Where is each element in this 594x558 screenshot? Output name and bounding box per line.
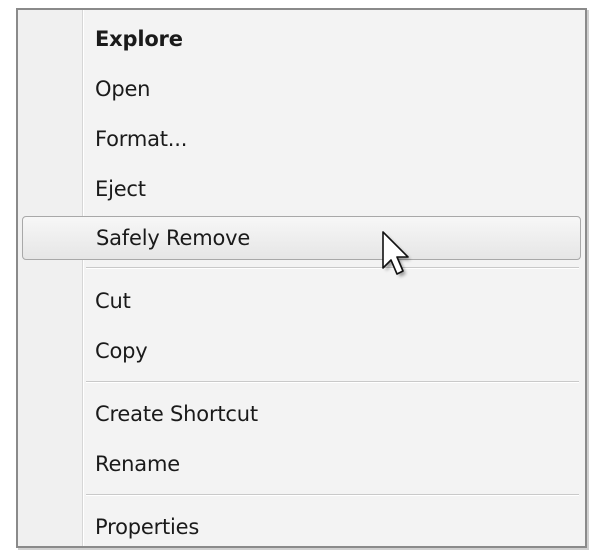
menu-separator (86, 381, 579, 383)
menu-item-copy[interactable]: Copy (22, 330, 581, 374)
menu-item-label: Cut (95, 289, 131, 313)
menu-item-label: Copy (95, 339, 148, 363)
menu-item-label: Safely Remove (96, 226, 251, 250)
menu-item-open[interactable]: Open (22, 68, 581, 112)
context-menu: Explore Open Format... Eject Safely Remo… (16, 8, 587, 548)
menu-separator (86, 494, 579, 496)
menu-item-create-shortcut[interactable]: Create Shortcut (22, 393, 581, 437)
menu-item-eject[interactable]: Eject (22, 168, 581, 212)
menu-item-format[interactable]: Format... (22, 118, 581, 162)
menu-separator (86, 267, 579, 269)
menu-item-label: Create Shortcut (95, 402, 258, 426)
menu-item-safely-remove[interactable]: Safely Remove (22, 216, 581, 260)
menu-item-label: Open (95, 77, 151, 101)
menu-item-label: Explore (95, 27, 183, 51)
menu-item-properties[interactable]: Properties (22, 506, 581, 546)
menu-item-rename[interactable]: Rename (22, 443, 581, 487)
menu-item-cut[interactable]: Cut (22, 280, 581, 324)
arrow-pointer-icon (380, 230, 416, 282)
menu-item-label: Format... (95, 127, 188, 151)
menu-item-explore[interactable]: Explore (22, 18, 581, 62)
menu-item-label: Eject (95, 177, 146, 201)
menu-item-label: Rename (95, 452, 180, 476)
menu-item-label: Properties (95, 515, 200, 539)
